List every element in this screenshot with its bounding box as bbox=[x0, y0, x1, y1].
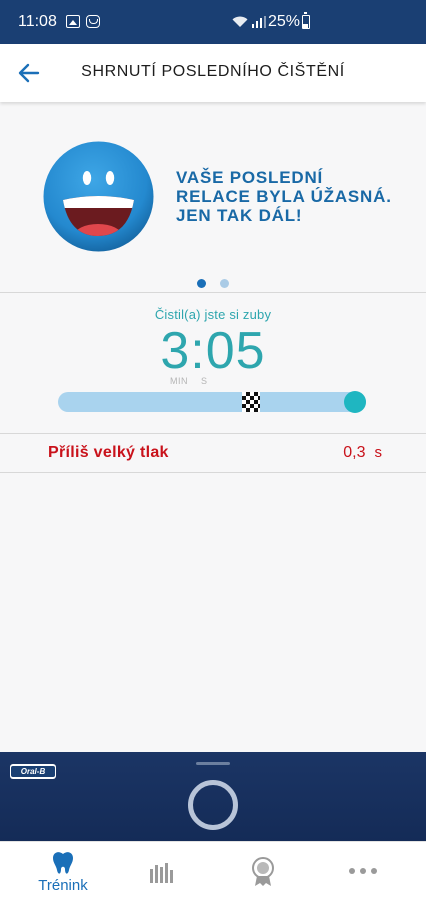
nav-item-training[interactable]: Trénink bbox=[10, 842, 116, 900]
minutes-unit-label: MIN bbox=[170, 376, 188, 386]
battery-icon bbox=[302, 12, 310, 29]
nav-label-training: Trénink bbox=[38, 877, 88, 894]
pressure-row: Příliš velký tlak 0,3 s bbox=[0, 434, 426, 472]
pressure-seconds: 0,3 bbox=[343, 444, 366, 461]
session-feedback-message: VAŠE POSLEDNÍ RELACE BYLA ÚŽASNÁ. JEN TA… bbox=[176, 168, 392, 225]
gallery-notification-icon bbox=[66, 15, 80, 28]
status-bar: 11:08 25% bbox=[0, 0, 426, 44]
pressure-value: 0,3 s bbox=[343, 444, 382, 462]
nav-item-more[interactable] bbox=[310, 842, 416, 900]
bar-chart-icon bbox=[150, 863, 173, 883]
battery-percent: 25% bbox=[268, 13, 301, 30]
signal-icon bbox=[252, 16, 266, 28]
session-summary-card[interactable]: VAŠE POSLEDNÍ RELACE BYLA ÚŽASNÁ. JEN TA… bbox=[0, 140, 426, 255]
happy-face-icon bbox=[43, 141, 154, 252]
progress-marker bbox=[344, 391, 366, 413]
oral-b-logo-text: Oral-B bbox=[11, 766, 55, 777]
finish-flag-icon bbox=[242, 392, 260, 412]
wifi-icon bbox=[232, 16, 248, 27]
page-indicator bbox=[0, 275, 426, 288]
panel-drag-handle[interactable] bbox=[196, 762, 230, 765]
nav-item-statistics[interactable] bbox=[110, 842, 216, 900]
award-medal-icon bbox=[252, 857, 274, 886]
brush-connection-panel[interactable]: Oral-B bbox=[0, 752, 426, 841]
pressure-label: Příliš velký tlak bbox=[48, 444, 169, 461]
pressure-unit: s bbox=[374, 444, 383, 461]
tooth-icon bbox=[53, 852, 73, 874]
divider bbox=[0, 472, 426, 473]
page-title: SHRNUTÍ POSLEDNÍHO ČIŠTĚNÍ bbox=[81, 63, 345, 80]
brush-connect-ring-icon[interactable] bbox=[188, 780, 238, 830]
brushing-time-value: 3:05 bbox=[160, 322, 266, 380]
more-dots-icon bbox=[349, 868, 377, 874]
nav-item-achievements[interactable] bbox=[210, 842, 316, 900]
bottom-navigation: Trénink bbox=[0, 841, 426, 900]
seconds-unit-label: S bbox=[201, 376, 208, 386]
app-notification-icon bbox=[86, 15, 100, 28]
page-dot-active[interactable] bbox=[196, 279, 206, 288]
brushing-time-label: Čistil(a) jste si zuby bbox=[154, 307, 272, 322]
page-dot[interactable] bbox=[220, 279, 230, 288]
brushing-progress-bar bbox=[58, 392, 366, 412]
status-time: 11:08 bbox=[18, 13, 57, 30]
divider bbox=[0, 292, 426, 293]
app-header: SHRNUTÍ POSLEDNÍHO ČIŠTĚNÍ bbox=[0, 44, 426, 102]
oral-b-logo: Oral-B bbox=[10, 764, 56, 779]
